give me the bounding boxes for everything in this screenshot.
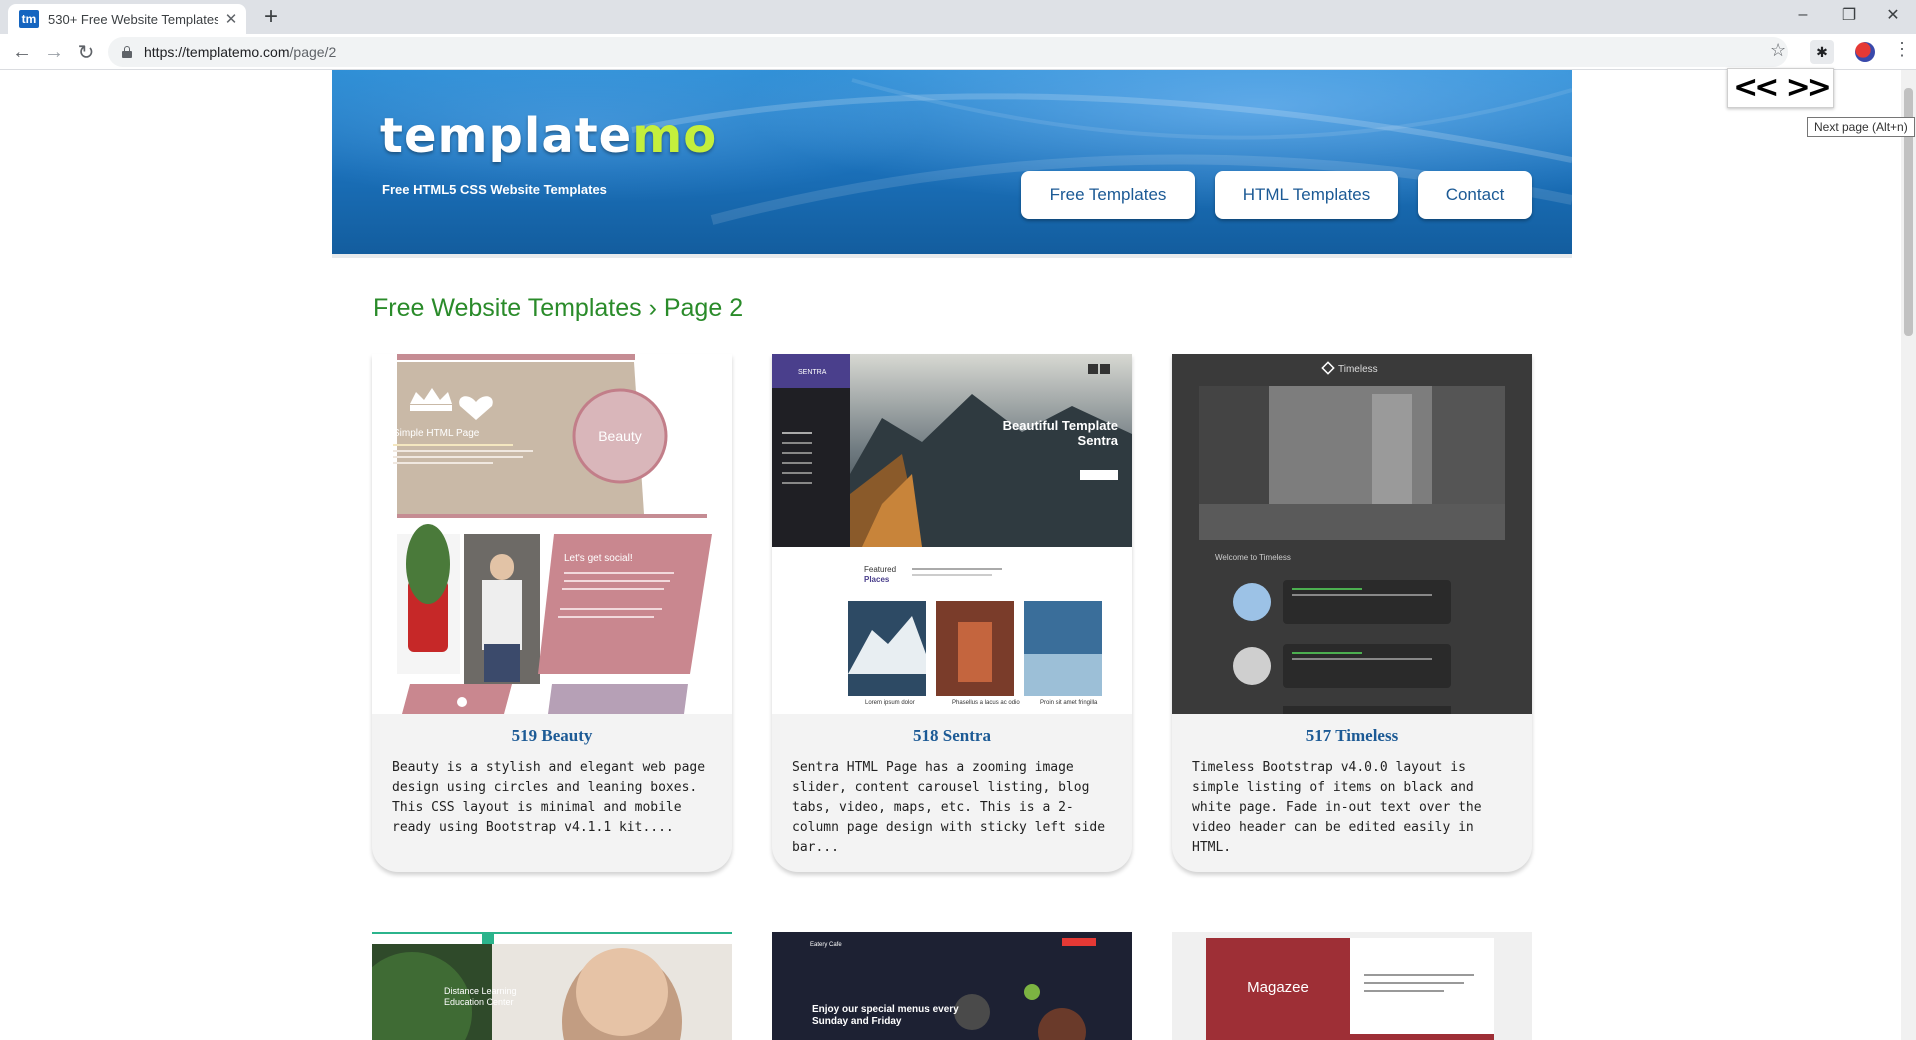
browser-menu-icon[interactable]: ⋮ bbox=[1893, 39, 1911, 60]
template-card-distance-learning[interactable]: Distance Learning Education Center bbox=[372, 932, 732, 1040]
page-content: templatemo Free HTML5 CSS Website Templa… bbox=[332, 70, 1572, 1040]
url-text: https://templatemo.com/page/2 bbox=[144, 44, 337, 60]
site-tagline: Free HTML5 CSS Website Templates bbox=[382, 182, 607, 197]
nav-html-templates[interactable]: HTML Templates bbox=[1215, 171, 1398, 219]
profile-avatar[interactable] bbox=[1855, 42, 1875, 62]
page-scrollbar[interactable] bbox=[1901, 70, 1916, 1040]
svg-text:Beautiful Template: Beautiful Template bbox=[1003, 418, 1118, 433]
browser-tab[interactable]: tm 530+ Free Website Templates - P ✕ bbox=[8, 4, 246, 34]
svg-text:Distance Learning: Distance Learning bbox=[444, 986, 517, 996]
pager-widget: << >> bbox=[1727, 68, 1834, 108]
bookmark-star-icon[interactable]: ☆ bbox=[1770, 40, 1786, 61]
svg-text:Simple HTML Page: Simple HTML Page bbox=[393, 428, 480, 439]
header-swoosh-decoration bbox=[631, 78, 1572, 225]
svg-text:Let's get social!: Let's get social! bbox=[564, 553, 633, 564]
svg-text:Education Center: Education Center bbox=[444, 997, 514, 1007]
svg-text:Lorem ipsum dolor: Lorem ipsum dolor bbox=[865, 700, 915, 706]
browser-toolbar: ← → ↻ https://templatemo.com/page/2 ☆ ✱ … bbox=[0, 34, 1916, 70]
template-thumbnail[interactable]: Simple HTML Page Beauty Let's get social… bbox=[372, 354, 732, 714]
svg-text:Welcome to Timeless: Welcome to Timeless bbox=[1215, 553, 1291, 562]
template-card-timeless[interactable]: Timeless Welcome to Timeless 517 Timeles… bbox=[1172, 354, 1532, 872]
template-description: Beauty is a stylish and elegant web page… bbox=[392, 760, 706, 835]
template-title-link[interactable]: 519 Beauty bbox=[372, 726, 732, 746]
template-thumbnail[interactable]: SENTRA Beautiful Template Sentra Feature… bbox=[772, 354, 1132, 714]
template-description: Timeless Bootstrap v4.0.0 layout is simp… bbox=[1192, 760, 1482, 855]
template-description: Sentra HTML Page has a zooming image sli… bbox=[792, 760, 1106, 855]
svg-text:Magazee: Magazee bbox=[1247, 979, 1309, 996]
tab-strip: tm 530+ Free Website Templates - P ✕ + –… bbox=[0, 0, 1916, 34]
svg-text:SENTRA: SENTRA bbox=[798, 369, 827, 376]
next-page-tooltip: Next page (Alt+n) bbox=[1807, 117, 1915, 137]
template-card-magazee[interactable]: Magazee bbox=[1172, 932, 1532, 1040]
previous-page-button[interactable]: << bbox=[1728, 69, 1781, 107]
svg-text:Places: Places bbox=[864, 575, 890, 584]
svg-text:Phasellus a lacus ac odio: Phasellus a lacus ac odio bbox=[952, 700, 1020, 706]
minimize-button[interactable]: – bbox=[1780, 0, 1826, 30]
close-window-button[interactable]: ✕ bbox=[1870, 0, 1916, 30]
template-card-beauty[interactable]: Simple HTML Page Beauty Let's get social… bbox=[372, 354, 732, 872]
svg-text:Beauty: Beauty bbox=[598, 428, 642, 444]
svg-text:Enjoy our special menus every: Enjoy our special menus every bbox=[812, 1004, 959, 1015]
nav-contact[interactable]: Contact bbox=[1418, 171, 1532, 219]
extension-puzzle-icon[interactable]: ✱ bbox=[1810, 40, 1834, 64]
template-title-link[interactable]: 517 Timeless bbox=[1172, 726, 1532, 746]
lock-icon bbox=[122, 46, 132, 58]
svg-text:Featured: Featured bbox=[864, 565, 896, 574]
svg-text:Sunday and Friday: Sunday and Friday bbox=[812, 1016, 902, 1027]
template-card-sentra[interactable]: SENTRA Beautiful Template Sentra Feature… bbox=[772, 354, 1132, 872]
site-header: templatemo Free HTML5 CSS Website Templa… bbox=[332, 70, 1572, 258]
template-thumbnail[interactable]: Timeless Welcome to Timeless bbox=[1172, 354, 1532, 714]
back-button[interactable]: ← bbox=[8, 38, 36, 66]
svg-text:Proin sit amet fringilla: Proin sit amet fringilla bbox=[1040, 700, 1098, 706]
restore-button[interactable]: ❐ bbox=[1826, 0, 1872, 30]
reload-button[interactable]: ↻ bbox=[72, 38, 100, 66]
forward-button[interactable]: → bbox=[40, 38, 68, 66]
template-card-eatery-cafe[interactable]: Eatery Cafe Enjoy our special menus ever… bbox=[772, 932, 1132, 1040]
svg-text:Eatery Cafe: Eatery Cafe bbox=[810, 942, 842, 948]
favicon-icon: tm bbox=[19, 10, 39, 28]
next-page-button[interactable]: >> bbox=[1781, 69, 1834, 107]
svg-text:Timeless: Timeless bbox=[1338, 364, 1378, 375]
page-title: Free Website Templates › Page 2 bbox=[373, 294, 744, 322]
nav-free-templates[interactable]: Free Templates bbox=[1021, 171, 1195, 219]
site-logo[interactable]: templatemo bbox=[380, 108, 717, 164]
close-tab-icon[interactable]: ✕ bbox=[222, 10, 240, 28]
tab-title: 530+ Free Website Templates - P bbox=[48, 11, 218, 27]
template-title-link[interactable]: 518 Sentra bbox=[772, 726, 1132, 746]
new-tab-button[interactable]: + bbox=[258, 4, 284, 30]
svg-text:Sentra: Sentra bbox=[1078, 433, 1119, 448]
address-bar[interactable]: https://templatemo.com/page/2 bbox=[108, 37, 1788, 67]
browser-window: tm 530+ Free Website Templates - P ✕ + –… bbox=[0, 0, 1916, 1040]
